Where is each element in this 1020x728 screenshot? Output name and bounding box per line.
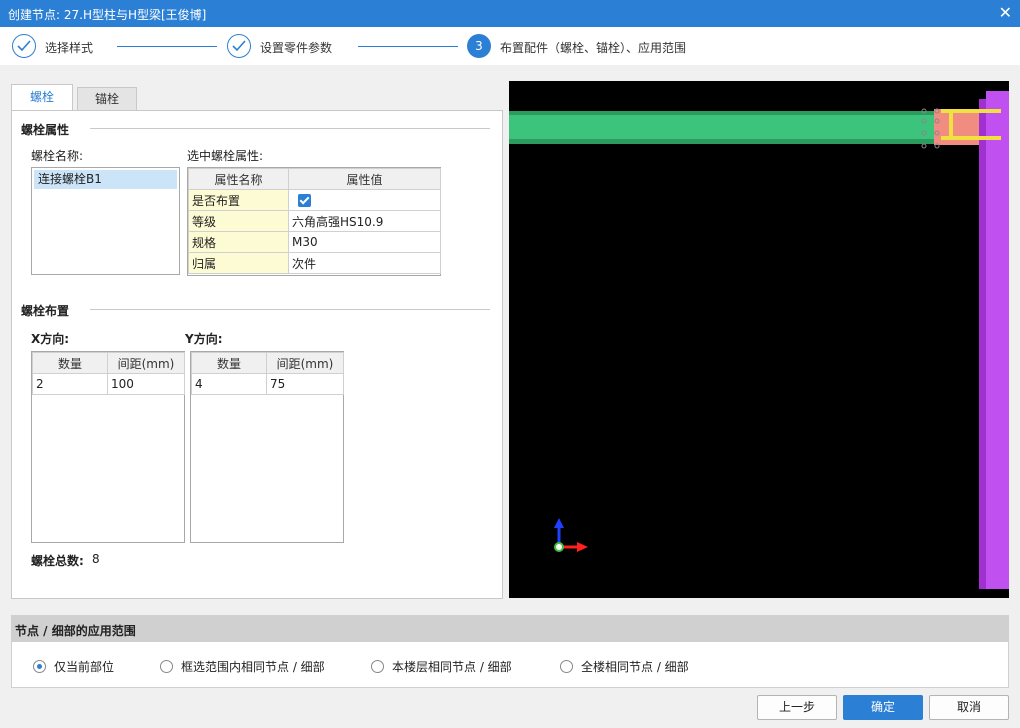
bolt-name-list[interactable]: 连接螺栓B1 xyxy=(31,167,180,275)
radio-dot xyxy=(160,660,173,673)
step-1-check-icon xyxy=(12,34,36,58)
beam-top-flange xyxy=(509,111,934,115)
tab-bolt[interactable]: 螺栓 xyxy=(11,84,73,111)
scope-header: 节点 / 细部的应用范围 xyxy=(11,615,1009,642)
column-header: 属性值 xyxy=(288,168,441,190)
table-row: 归属 次件 xyxy=(188,252,441,274)
step-connector xyxy=(117,46,217,47)
attr-name: 等级 xyxy=(188,210,289,232)
x-count-cell[interactable]: 2 xyxy=(32,373,108,395)
close-icon[interactable]: ✕ xyxy=(999,3,1012,22)
radio-label: 全楼相同节点 / 细部 xyxy=(581,660,689,674)
scope-radio-floor[interactable]: 本楼层相同节点 / 细部 xyxy=(371,658,512,675)
attr-name: 规格 xyxy=(188,231,289,253)
column-header: 间距(mm) xyxy=(107,352,185,374)
column-header: 间距(mm) xyxy=(266,352,344,374)
step-1-label: 选择样式 xyxy=(45,41,94,55)
previous-step-button[interactable]: 上一步 xyxy=(757,695,837,720)
column-header: 数量 xyxy=(191,352,267,374)
window-title: 创建节点: 27.H型柱与H型梁[王俊博] xyxy=(8,8,207,22)
radio-dot xyxy=(371,660,384,673)
beam-bottom-flange xyxy=(509,139,934,144)
radio-label: 仅当前部位 xyxy=(54,660,115,674)
x-direction-grid: 数量 间距(mm) 2 100 xyxy=(31,351,185,543)
table-row: 2 100 xyxy=(32,373,185,395)
scope-radio-frame-select[interactable]: 框选范围内相同节点 / 细部 xyxy=(160,658,325,675)
divider xyxy=(90,128,490,129)
bolt-attribute-grid: 属性名称 属性值 是否布置 等级 六角高强HS10.9 规格 M30 归属 次件 xyxy=(187,167,441,276)
bolt-layout-heading: 螺栓布置 xyxy=(21,304,70,318)
3d-preview-viewport[interactable] xyxy=(509,81,1009,598)
attr-value[interactable]: M30 xyxy=(288,231,441,253)
attr-value[interactable]: 六角高强HS10.9 xyxy=(288,210,441,232)
attr-name: 是否布置 xyxy=(188,189,289,211)
bolt-total-label: 螺栓总数: xyxy=(31,554,84,568)
scope-options: 仅当前部位 框选范围内相同节点 / 细部 本楼层相同节点 / 细部 全楼相同节点… xyxy=(11,642,1009,688)
scope-radio-building[interactable]: 全楼相同节点 / 细部 xyxy=(560,658,689,675)
column-header: 属性名称 xyxy=(188,168,289,190)
bolt-total-value: 8 xyxy=(92,552,100,566)
title-bar: 创建节点: 27.H型柱与H型梁[王俊博] ✕ xyxy=(0,0,1020,27)
table-row: 规格 M30 xyxy=(188,231,441,253)
bolt-name-label: 螺栓名称: xyxy=(31,149,84,163)
attr-value[interactable]: 次件 xyxy=(288,252,441,274)
y-count-cell[interactable]: 4 xyxy=(191,373,267,395)
cancel-button[interactable]: 取消 xyxy=(929,695,1009,720)
selected-bolt-attrs-label: 选中螺栓属性: xyxy=(187,149,264,163)
bolt-tab-panel: 螺栓属性 螺栓名称: 连接螺栓B1 选中螺栓属性: 属性名称 属性值 是否布置 … xyxy=(11,110,503,599)
table-row: 等级 六角高强HS10.9 xyxy=(188,210,441,232)
place-bolt-checkbox[interactable] xyxy=(298,194,311,207)
attr-value-cell xyxy=(288,189,441,211)
table-row: 是否布置 xyxy=(188,189,441,211)
wizard-stepper: 选择样式 设置零件参数 3 布置配件（螺栓、锚栓）、应用范围 xyxy=(0,27,1020,65)
y-spacing-cell[interactable]: 75 xyxy=(266,373,344,395)
scope-title: 节点 / 细部的应用范围 xyxy=(15,624,136,638)
column-flange-inner xyxy=(979,99,986,589)
step-connector xyxy=(358,46,458,47)
divider xyxy=(90,309,490,310)
bolt-head xyxy=(949,112,953,137)
column-header: 数量 xyxy=(32,352,108,374)
step-2-label: 设置零件参数 xyxy=(260,41,333,55)
radio-label: 本楼层相同节点 / 细部 xyxy=(392,660,512,674)
attr-name: 归属 xyxy=(188,252,289,274)
y-direction-grid: 数量 间距(mm) 4 75 xyxy=(190,351,344,543)
column-flange xyxy=(986,91,1009,589)
radio-label: 框选范围内相同节点 / 细部 xyxy=(181,660,325,674)
step-3-label: 布置配件（螺栓、锚栓）、应用范围 xyxy=(500,41,687,55)
bolt-attributes-heading: 螺栓属性 xyxy=(21,123,70,137)
beam-web xyxy=(509,115,934,139)
table-row: 4 75 xyxy=(191,373,344,395)
step-3-number: 3 xyxy=(467,34,491,58)
scope-radio-current[interactable]: 仅当前部位 xyxy=(33,658,114,675)
tab-anchor-bolt[interactable]: 锚栓 xyxy=(77,87,137,110)
radio-dot xyxy=(560,660,573,673)
x-direction-label: X方向: xyxy=(31,332,70,346)
radio-dot xyxy=(33,660,46,673)
ok-button[interactable]: 确定 xyxy=(843,695,923,720)
axis-gizmo-icon xyxy=(554,518,588,552)
step-2-check-icon xyxy=(227,34,251,58)
list-item[interactable]: 连接螺栓B1 xyxy=(34,170,177,189)
y-direction-label: Y方向: xyxy=(185,332,223,346)
x-spacing-cell[interactable]: 100 xyxy=(107,373,185,395)
